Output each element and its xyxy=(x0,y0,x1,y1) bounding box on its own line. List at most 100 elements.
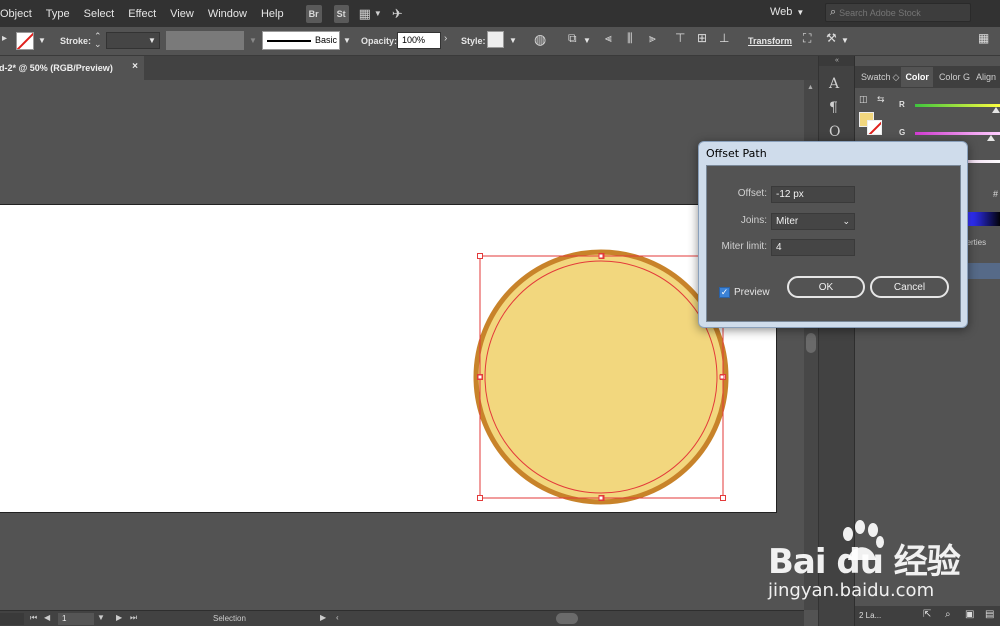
opacity-label: Opacity: xyxy=(361,36,398,46)
collapse-panels-icon[interactable]: « xyxy=(819,56,855,66)
menu-help[interactable]: Help xyxy=(261,8,284,20)
paragraph-panel-icon[interactable]: ¶ xyxy=(829,100,838,116)
preview-checkbox[interactable]: ✓ xyxy=(719,287,730,298)
chevron-down-icon[interactable]: ▼ xyxy=(97,613,105,622)
canvas-area[interactable] xyxy=(0,80,804,610)
default-colors-icon[interactable]: ◫ xyxy=(859,94,868,105)
menu-select[interactable]: Select xyxy=(84,8,115,20)
status-tool-label[interactable]: Selection xyxy=(213,614,246,623)
chevron-down-icon: ▼ xyxy=(796,8,805,17)
chevron-down-icon[interactable]: ▼ xyxy=(249,36,257,45)
style-label: Style: xyxy=(461,36,486,46)
status-menu-icon[interactable]: ▶ xyxy=(320,613,326,622)
chevron-right-icon[interactable]: › xyxy=(444,33,447,44)
circle-outer-shape[interactable] xyxy=(473,249,729,505)
swap-colors-icon[interactable]: ⇆ xyxy=(877,94,885,105)
miter-limit-input[interactable] xyxy=(771,239,855,256)
align-left-icon[interactable]: ⫷ xyxy=(605,31,612,46)
gpu-performance-icon[interactable]: ✈ xyxy=(392,6,403,22)
previous-artboard-icon[interactable]: ◀ xyxy=(44,613,50,622)
transform-button[interactable]: Transform xyxy=(748,36,792,46)
chevron-down-icon[interactable]: ▼ xyxy=(374,9,382,18)
align-center-icon[interactable]: ⫼ xyxy=(627,31,633,46)
joins-select[interactable]: Miter ⌄ xyxy=(771,213,855,230)
document-tab[interactable]: d-2* @ 50% (RGB/Preview) × xyxy=(0,56,144,80)
chevron-down-icon[interactable]: ▼ xyxy=(509,36,517,45)
tab-color-guide[interactable]: Color G xyxy=(939,72,970,82)
bounding-box-handle[interactable] xyxy=(477,253,483,259)
isolate-icon[interactable]: ⛶ xyxy=(803,31,811,46)
recolor-artwork-icon[interactable]: ◍ xyxy=(534,31,546,48)
align-to-icon[interactable]: ⧉ xyxy=(568,31,577,46)
artboard-number-field[interactable]: 1 xyxy=(58,613,94,625)
select-similar-icon[interactable]: ⚒ xyxy=(826,31,837,45)
align-right-icon[interactable]: ⫸ xyxy=(649,31,656,46)
scrollbar-thumb[interactable] xyxy=(806,333,816,353)
chevron-down-icon[interactable]: ▼ xyxy=(583,36,591,45)
opacity-field[interactable]: 100% xyxy=(397,32,441,49)
menu-effect[interactable]: Effect xyxy=(128,8,156,20)
locate-object-icon[interactable]: ⌕ xyxy=(945,609,951,620)
dialog-title: Offset Path xyxy=(706,147,767,160)
grip-icon: ▸ xyxy=(2,33,8,44)
chevron-down-icon[interactable]: ▼ xyxy=(38,36,46,45)
graphic-style-swatch[interactable] xyxy=(487,31,504,48)
cancel-button[interactable]: Cancel xyxy=(870,276,949,298)
properties-selected-row[interactable] xyxy=(963,263,1000,279)
workspace-switcher[interactable]: Web ▼ xyxy=(770,6,804,18)
ok-button[interactable]: OK xyxy=(787,276,865,298)
chevron-down-icon[interactable]: ▼ xyxy=(343,36,351,45)
anchor-point[interactable] xyxy=(719,374,725,380)
stroke-color-swatch[interactable] xyxy=(16,32,34,50)
close-icon[interactable]: × xyxy=(132,61,138,72)
align-top-icon[interactable]: ⊤ xyxy=(675,31,685,45)
slider-g-label: G xyxy=(899,128,906,137)
stock-search-input[interactable] xyxy=(839,7,960,18)
stock-search-box[interactable]: ⌕ xyxy=(825,3,971,22)
anchor-point[interactable] xyxy=(598,253,604,259)
slider-g-knob[interactable] xyxy=(987,135,995,141)
arrange-documents-icon[interactable]: ▦ xyxy=(359,6,371,22)
next-artboard-icon[interactable]: ▶ xyxy=(116,613,122,622)
menu-object[interactable]: Object xyxy=(0,8,32,20)
watermark-url: jingyan.baidu.com xyxy=(768,580,935,601)
slider-r-knob[interactable] xyxy=(992,107,1000,113)
tab-swatches[interactable]: Swatch xyxy=(861,72,891,82)
menu-window[interactable]: Window xyxy=(208,8,247,20)
menu-view[interactable]: View xyxy=(170,8,194,20)
character-panel-icon[interactable]: A xyxy=(829,76,839,92)
panel-expand-icon: ◇ xyxy=(892,71,900,82)
tab-align[interactable]: Align xyxy=(976,72,996,82)
bounding-box-handle[interactable] xyxy=(720,495,726,501)
first-artboard-icon[interactable]: ⏮ xyxy=(30,613,37,623)
chevron-down-icon[interactable]: ▼ xyxy=(841,36,849,45)
bridge-button[interactable]: Br xyxy=(305,4,322,23)
slider-r[interactable] xyxy=(915,104,1000,107)
new-layer-icon[interactable]: ▤ xyxy=(985,609,994,620)
scroll-up-icon[interactable]: ▲ xyxy=(807,84,814,91)
bounding-box-handle[interactable] xyxy=(477,495,483,501)
tab-color[interactable]: Color xyxy=(901,67,933,87)
stock-button[interactable]: St xyxy=(333,4,349,23)
anchor-point[interactable] xyxy=(598,495,604,501)
align-bottom-icon[interactable]: ⊥ xyxy=(719,31,729,45)
export-icon[interactable]: ⇱ xyxy=(923,609,931,620)
offset-input[interactable] xyxy=(771,186,855,203)
menu-type[interactable]: Type xyxy=(46,8,70,20)
brush-definition[interactable]: Basic xyxy=(262,31,340,50)
scroll-left-icon[interactable]: ‹ xyxy=(336,613,339,622)
document-tab-row: d-2* @ 50% (RGB/Preview) × xyxy=(0,56,820,80)
stroke-swatch[interactable] xyxy=(867,120,882,135)
preview-toggle[interactable]: ✓ Preview xyxy=(719,287,770,298)
chevron-down-icon[interactable]: ▼ xyxy=(148,36,156,45)
zoom-select[interactable] xyxy=(0,613,24,625)
variable-width-profile[interactable] xyxy=(166,31,244,50)
horizontal-scrollbar-thumb[interactable] xyxy=(556,613,578,624)
stroke-weight-stepper[interactable]: ⌃ ⌄ xyxy=(94,32,102,49)
make-clipping-mask-icon[interactable]: ▣ xyxy=(965,609,974,620)
anchor-point[interactable] xyxy=(477,374,483,380)
panel-menu-icon[interactable]: ▦ xyxy=(978,31,989,45)
opentype-panel-icon[interactable]: O xyxy=(829,124,840,140)
align-middle-icon[interactable]: ⊞ xyxy=(697,31,707,45)
last-artboard-icon[interactable]: ⏭ xyxy=(130,613,137,623)
